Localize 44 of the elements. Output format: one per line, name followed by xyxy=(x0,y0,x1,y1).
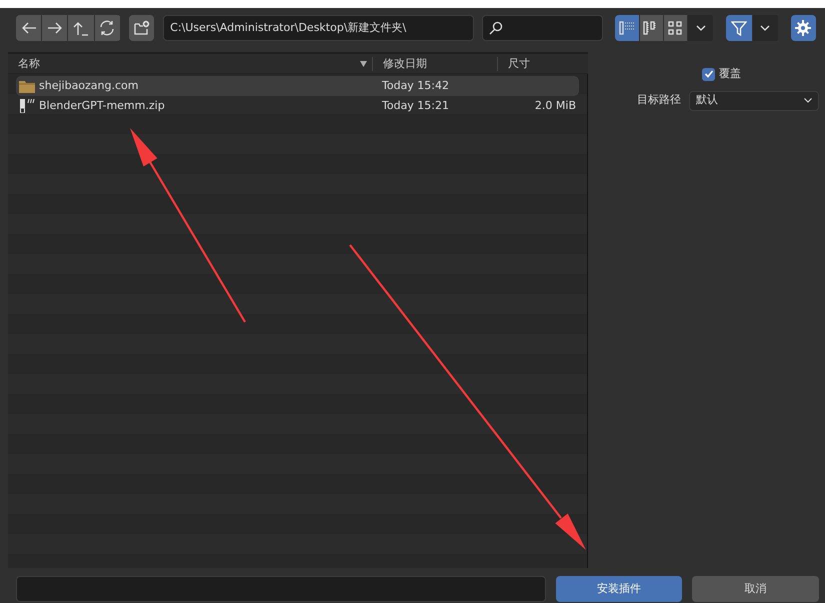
target-path-dropdown[interactable]: 默认 xyxy=(689,90,819,110)
parent-folder-button[interactable] xyxy=(68,15,94,41)
cancel-button[interactable]: 取消 xyxy=(692,576,819,602)
folder-icon xyxy=(19,80,35,92)
parent-folder-icon xyxy=(73,20,90,36)
filter-button[interactable] xyxy=(726,15,752,41)
file-name: BlenderGPT-memm.zip xyxy=(39,98,165,114)
back-icon xyxy=(20,20,37,36)
search-icon xyxy=(489,21,504,35)
zip-file-icon xyxy=(19,99,35,113)
overwrite-checkbox[interactable] xyxy=(702,68,715,81)
dropdown-value: 默认 xyxy=(696,92,718,108)
modified-date: Today 15:42 xyxy=(381,78,450,94)
refresh-button[interactable] xyxy=(94,15,120,41)
new-folder-button[interactable] xyxy=(128,15,154,41)
file-name: shejibaozang.com xyxy=(39,78,138,94)
column-header[interactable]: 修改日期 xyxy=(373,56,437,70)
checkbox-label: 覆盖 xyxy=(719,66,741,82)
back-button[interactable] xyxy=(16,15,42,41)
field-label: 目标路径 xyxy=(637,92,681,108)
chevron-down-icon xyxy=(804,98,812,103)
path-field[interactable]: C:\Users\Administrator\Desktop\新建文件夹\ xyxy=(163,15,474,41)
forward-icon xyxy=(46,20,63,36)
file-row[interactable]: BlenderGPT-memm.zip Today 15:21 2.0 MiB xyxy=(16,96,579,116)
new-folder-icon xyxy=(134,20,150,36)
settings-button[interactable] xyxy=(790,15,816,41)
file-row[interactable]: shejibaozang.com Today 15:42 xyxy=(16,76,579,96)
forward-button[interactable] xyxy=(42,15,68,41)
modified-date: Today 15:21 xyxy=(381,98,450,114)
column-header[interactable]: 名称 xyxy=(8,56,50,70)
filename-field[interactable] xyxy=(16,576,546,602)
filter-icon xyxy=(730,20,747,36)
vertical-list-icon xyxy=(618,20,635,36)
file-size: 2.0 MiB xyxy=(534,98,576,114)
install-addon-button[interactable]: 安装插件 xyxy=(556,576,682,602)
refresh-icon xyxy=(99,20,116,36)
search-field[interactable] xyxy=(482,15,604,41)
horizontal-list-view-button[interactable] xyxy=(640,15,663,41)
settings-icon xyxy=(795,20,812,36)
filter-dropdown-button[interactable] xyxy=(752,15,778,41)
vertical-list-view-button[interactable] xyxy=(615,15,638,41)
thumbnails-view-button[interactable] xyxy=(664,15,688,41)
column-header[interactable]: 尺寸 xyxy=(498,56,540,70)
thumbnails-icon xyxy=(667,20,684,36)
